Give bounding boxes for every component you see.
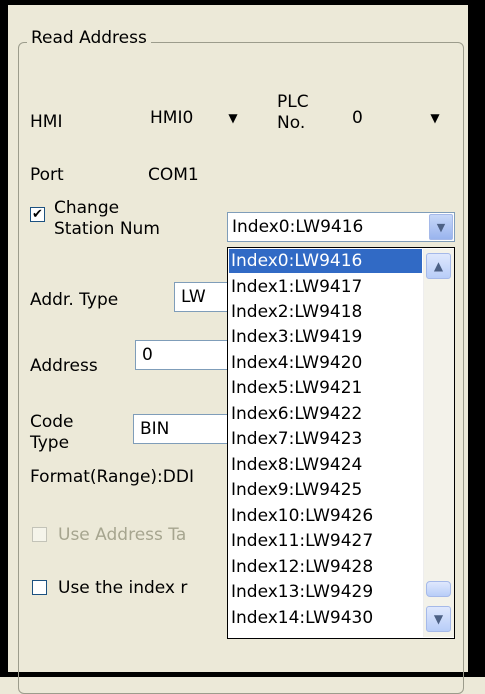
- scrollbar-thumb[interactable]: [426, 581, 451, 597]
- dropdown-scrollbar[interactable]: ▲ ▼: [423, 249, 454, 637]
- code-type-label-line1: Code: [30, 412, 74, 432]
- dropdown-option[interactable]: Index1:LW9417: [229, 275, 422, 299]
- address-label: Address: [30, 356, 98, 376]
- use-index-register-label: Use the index r: [58, 578, 188, 598]
- station-num-value: Index0:LW9416: [232, 217, 364, 237]
- chevron-down-icon[interactable]: ▼: [429, 214, 453, 240]
- plc-label-line1: PLC: [277, 92, 309, 112]
- dropdown-option[interactable]: Index12:LW9428: [229, 555, 422, 579]
- hmi-label: HMI: [30, 112, 63, 132]
- scroll-up-icon[interactable]: ▲: [426, 253, 451, 279]
- plc-no-value: 0: [352, 108, 363, 128]
- use-address-tag-label: Use Address Ta: [58, 525, 187, 545]
- dropdown-option[interactable]: Index13:LW9429: [229, 580, 422, 604]
- dropdown-option[interactable]: Index4:LW9420: [229, 351, 422, 375]
- dropdown-option[interactable]: Index3:LW9419: [229, 325, 422, 349]
- dropdown-option[interactable]: Index2:LW9418: [229, 300, 422, 324]
- window-frame-left: [0, 0, 8, 677]
- format-range-label: Format(Range):DDI: [30, 467, 194, 487]
- port-value: COM1: [148, 165, 199, 185]
- hmi-select[interactable]: HMI0 ▼: [143, 103, 247, 133]
- use-index-register-checkbox[interactable]: [32, 580, 47, 595]
- dropdown-option[interactable]: Index9:LW9425: [229, 478, 422, 502]
- dropdown-option[interactable]: Index5:LW9421: [229, 376, 422, 400]
- code-type-select[interactable]: BIN: [133, 414, 233, 444]
- address-input[interactable]: 0: [135, 340, 235, 370]
- addr-type-value: LW: [181, 287, 206, 307]
- code-type-value: BIN: [140, 419, 170, 439]
- dropdown-option[interactable]: Index0:LW9416: [229, 249, 422, 273]
- scroll-down-icon[interactable]: ▼: [426, 606, 451, 632]
- addr-type-select[interactable]: LW: [174, 282, 234, 312]
- dropdown-option[interactable]: Index7:LW9423: [229, 427, 422, 451]
- dropdown-option[interactable]: Index10:LW9426: [229, 504, 422, 528]
- port-label: Port: [30, 165, 64, 185]
- window-frame-right: [468, 0, 485, 677]
- window-frame-top: [0, 0, 485, 5]
- dropdown-option[interactable]: Index8:LW9424: [229, 453, 422, 477]
- address-value: 0: [142, 345, 153, 365]
- chevron-down-icon[interactable]: ▼: [221, 105, 245, 131]
- station-num-dropdown-list[interactable]: Index0:LW9416 Index1:LW9417 Index2:LW941…: [227, 247, 455, 639]
- dropdown-option[interactable]: Index11:LW9427: [229, 529, 422, 553]
- hmi-value: HMI0: [150, 108, 194, 128]
- use-address-tag-checkbox[interactable]: [32, 527, 47, 542]
- code-type-label-line2: Type: [30, 433, 70, 453]
- dropdown-option[interactable]: Index14:LW9430: [229, 606, 422, 630]
- checkmark-icon: ✔: [32, 207, 43, 222]
- dropdown-option[interactable]: Index6:LW9422: [229, 402, 422, 426]
- plc-no-select[interactable]: 0 ▼: [345, 103, 449, 133]
- change-station-label-line1: Change: [54, 198, 120, 218]
- addr-type-label: Addr. Type: [30, 290, 119, 310]
- chevron-down-icon[interactable]: ▼: [423, 105, 447, 131]
- station-num-select[interactable]: Index0:LW9416 ▼: [227, 212, 455, 242]
- change-station-checkbox[interactable]: ✔: [30, 207, 45, 222]
- change-station-label-line2: Station Num: [54, 219, 160, 239]
- scrollbar-track[interactable]: [426, 281, 451, 597]
- group-title: Read Address: [27, 28, 151, 48]
- plc-label-line2: No.: [277, 113, 306, 133]
